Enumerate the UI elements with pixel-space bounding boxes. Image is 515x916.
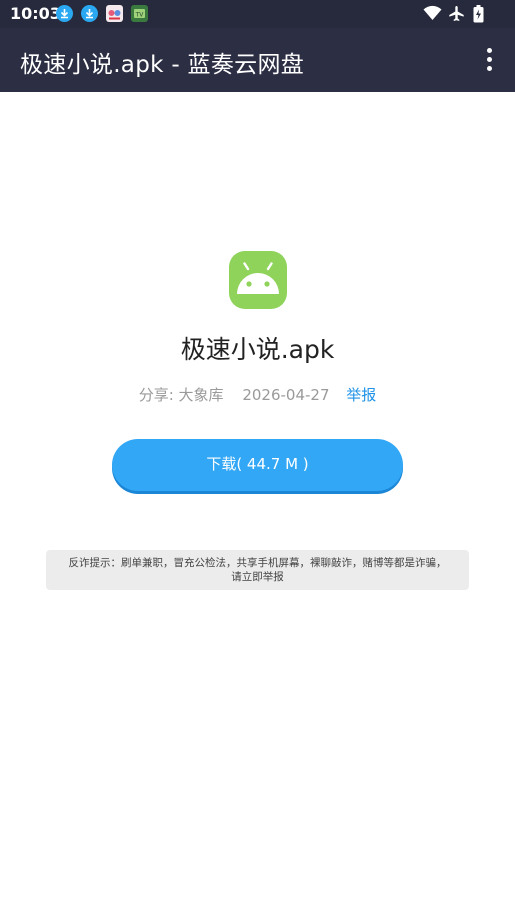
svg-text:TV: TV: [135, 12, 145, 19]
wifi-icon: [423, 5, 442, 20]
app-bar: 极速小说.apk - 蓝奏云网盘: [0, 28, 515, 92]
page-title: 极速小说.apk - 蓝奏云网盘: [20, 52, 305, 78]
more-vert-icon[interactable]: [477, 46, 501, 74]
file-meta: 分享: 大象库 2026-04-27 举报: [0, 384, 515, 405]
download-icon: [56, 5, 73, 22]
notice-line-1: 反诈提示：刷单兼职，冒充公检法，共享手机屏幕，裸聊敲诈，赌博等都是诈骗，: [68, 557, 447, 569]
download-button[interactable]: 下载( 44.7 M ): [112, 439, 403, 491]
tv-app-icon: TV: [131, 5, 148, 22]
battery-icon: [473, 5, 484, 23]
download-icon: [81, 5, 98, 22]
anti-fraud-notice: 反诈提示：刷单兼职，冒充公检法，共享手机屏幕，裸聊敲诈，赌博等都是诈骗， 请立即…: [46, 550, 469, 590]
status-bar: 10:03 TV: [0, 0, 515, 28]
share-label: 分享: 大象库: [138, 386, 224, 404]
android-icon: [229, 251, 287, 309]
airplane-mode-icon: [449, 6, 464, 21]
upload-date: 2026-04-27: [242, 386, 330, 404]
status-time: 10:03: [10, 4, 61, 23]
app-notification-icon: [106, 5, 123, 22]
file-name: 极速小说.apk: [180, 335, 335, 364]
notice-line-2: 请立即举报: [231, 571, 284, 583]
report-link[interactable]: 举报: [346, 386, 376, 404]
